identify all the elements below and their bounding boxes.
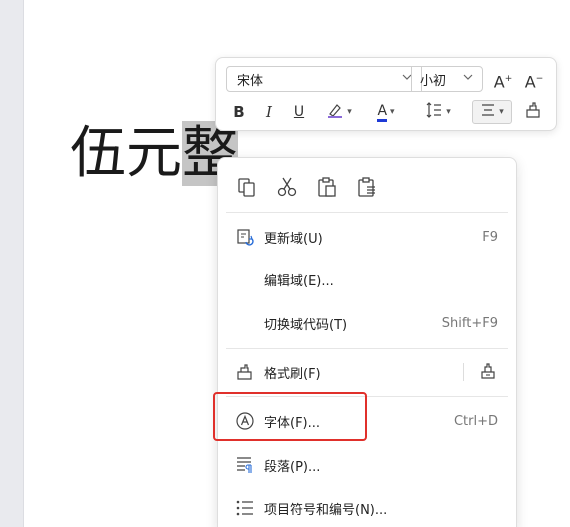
italic-button[interactable]: I: [260, 100, 278, 124]
floating-mini-toolbar: 宋体 小初 A+ A− B I U ▾ A ▾ ▾ ▾: [215, 57, 557, 131]
align-center-icon: [480, 102, 496, 122]
font-color-button[interactable]: A ▾: [368, 100, 404, 124]
font-size-value: 小初: [420, 73, 447, 89]
menu-separator: [226, 348, 508, 349]
toolbar-row-format: B I U ▾ A ▾ ▾ ▾: [216, 98, 556, 128]
page-left-gutter: [0, 0, 24, 527]
grow-font-sup: +: [504, 74, 513, 84]
chevron-down-icon: ▾: [499, 107, 504, 117]
copy-button[interactable]: [234, 176, 260, 202]
shrink-font-sup: −: [535, 74, 544, 84]
menu-item-label: 段落(P)...: [264, 459, 321, 475]
chevron-down-icon: [462, 71, 474, 86]
refresh-field-icon: [234, 226, 256, 248]
chevron-down-icon: ▾: [390, 107, 395, 117]
paste-special-icon: [356, 176, 378, 202]
paste-icon: [316, 176, 338, 202]
menu-item-edit-field[interactable]: 编辑域(E)...: [218, 258, 516, 300]
menu-item-shortcut: Ctrl+D: [453, 413, 498, 429]
menu-item-label: 项目符号和编号(N)...: [264, 502, 388, 518]
menu-item-bullets-numbering[interactable]: 项目符号和编号(N)...: [218, 487, 516, 527]
menu-item-paragraph[interactable]: 段落(P)...: [218, 444, 516, 486]
chevron-down-icon: ▾: [347, 107, 352, 117]
menu-item-label: 更新域(U): [264, 231, 323, 247]
line-spacing-icon: [425, 101, 443, 123]
bullets-numbering-icon: [234, 497, 256, 519]
grow-font-label: A: [493, 72, 505, 92]
highlight-color-button[interactable]: ▾: [320, 100, 358, 124]
document-text-plain[interactable]: 伍元: [70, 121, 182, 186]
underline-button[interactable]: U: [290, 100, 308, 124]
menu-item-label: 编辑域(E)...: [264, 273, 334, 289]
menu-item-toggle-field-code[interactable]: 切换域代码(T) Shift+F9: [218, 302, 516, 344]
menu-item-divider: [463, 363, 464, 381]
paste-button[interactable]: [314, 176, 340, 202]
decrease-font-size-button[interactable]: A−: [521, 68, 547, 92]
bold-button[interactable]: B: [230, 100, 248, 124]
menu-item-label: 格式刷(F): [264, 366, 321, 382]
menu-item-label: 切换域代码(T): [264, 317, 348, 333]
line-spacing-button[interactable]: ▾: [420, 100, 456, 124]
format-painter-lock-icon[interactable]: [478, 361, 500, 383]
format-painter-icon: [234, 361, 256, 383]
font-color-icon: A: [377, 103, 388, 122]
highlighter-icon: [326, 101, 344, 123]
menu-item-format-painter[interactable]: 格式刷(F): [218, 351, 516, 393]
align-button[interactable]: ▾: [472, 100, 512, 124]
copy-icon: [236, 176, 258, 202]
toolbar-row-font: 宋体 小初 A+ A−: [216, 66, 556, 96]
paragraph-icon: [234, 454, 256, 476]
cut-button[interactable]: [274, 176, 300, 202]
menu-item-shortcut: F9: [482, 229, 498, 245]
annotation-highlight-box: [213, 392, 367, 441]
font-name-select[interactable]: 宋体: [226, 66, 422, 92]
paste-special-button[interactable]: [354, 176, 380, 202]
menu-separator: [226, 212, 508, 213]
context-menu: 更新域(U) F9 编辑域(E)... 切换域代码(T) Shift+F9 格式…: [217, 157, 517, 527]
font-size-select[interactable]: 小初: [411, 66, 483, 92]
menu-item-shortcut: Shift+F9: [441, 315, 498, 331]
increase-font-size-button[interactable]: A+: [490, 68, 516, 92]
cut-icon: [276, 176, 298, 202]
menu-item-update-field[interactable]: 更新域(U) F9: [218, 216, 516, 258]
chevron-down-icon: ▾: [446, 107, 451, 117]
format-painter-button[interactable]: [521, 100, 545, 124]
format-painter-icon: [524, 101, 542, 123]
shrink-font-label: A: [524, 72, 536, 92]
font-name-value: 宋体: [237, 73, 264, 89]
clipboard-row: [218, 168, 516, 210]
document-text[interactable]: 伍元整: [70, 118, 238, 190]
